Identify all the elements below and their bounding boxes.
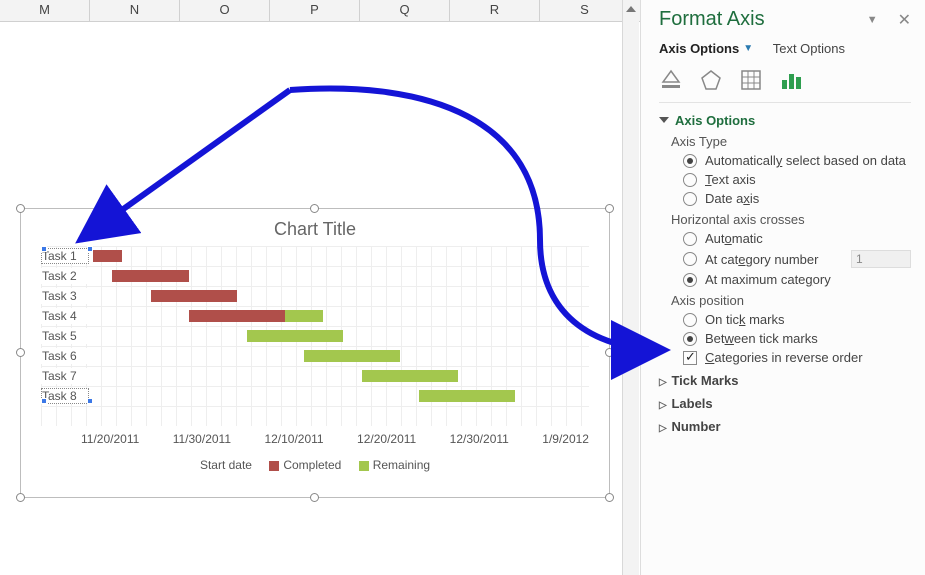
axis-selection-marker: [87, 398, 93, 404]
fill-line-icon[interactable]: [659, 68, 683, 92]
section-number[interactable]: Number: [659, 419, 911, 434]
x-tick: 12/10/2011: [264, 432, 323, 446]
label-axis-position: Axis position: [671, 293, 911, 308]
radio-label: On tick marks: [705, 312, 784, 327]
size-properties-icon[interactable]: [739, 68, 763, 92]
radio-label: Text axis: [705, 172, 756, 187]
chart-legend[interactable]: Start date Completed Remaining: [21, 458, 609, 472]
legend-remaining: Remaining: [373, 458, 430, 472]
radio-label: Between tick marks: [705, 331, 818, 346]
x-tick: 11/20/2011: [81, 432, 139, 446]
x-tick: 12/30/2011: [450, 432, 509, 446]
close-icon[interactable]: ✕: [898, 10, 911, 30]
bar-completed[interactable]: [151, 290, 237, 302]
radio-label: At category number: [705, 252, 818, 267]
radio-date-axis[interactable]: [683, 192, 697, 206]
scroll-up-icon[interactable]: [626, 6, 636, 12]
radio-crosses-at-category[interactable]: [683, 252, 697, 266]
col-header[interactable]: P: [270, 0, 360, 21]
chart-object[interactable]: Chart Title Task 1 Task 2 Task 3 Task 4 …: [20, 208, 610, 498]
x-axis-labels[interactable]: 11/20/2011 11/30/2011 12/10/2011 12/20/2…: [81, 432, 589, 446]
radio-crosses-auto[interactable]: [683, 232, 697, 246]
radio-crosses-at-max[interactable]: [683, 273, 697, 287]
radio-text-axis[interactable]: [683, 173, 697, 187]
bar-completed[interactable]: [189, 310, 285, 322]
label-axis-type: Axis Type: [671, 134, 911, 149]
pane-menu-icon[interactable]: ▼: [867, 14, 878, 26]
axis-options-icon[interactable]: [779, 68, 803, 92]
x-tick: 11/30/2011: [173, 432, 231, 446]
y-axis-label[interactable]: Task 5: [41, 328, 89, 344]
y-axis-label[interactable]: Task 2: [41, 268, 89, 284]
bar-completed[interactable]: [112, 270, 189, 282]
resize-handle[interactable]: [16, 348, 25, 357]
column-headers: M N O P Q R S: [0, 0, 640, 22]
legend-completed: Completed: [283, 458, 341, 472]
at-category-number-input[interactable]: [851, 250, 911, 268]
x-tick: 1/9/2012: [542, 432, 589, 446]
x-tick: 12/20/2011: [357, 432, 416, 446]
y-axis-label[interactable]: Task 8: [41, 388, 89, 404]
resize-handle[interactable]: [16, 204, 25, 213]
axis-selection-marker: [41, 398, 47, 404]
bar-completed[interactable]: [93, 250, 122, 262]
col-header[interactable]: M: [0, 0, 90, 21]
resize-handle[interactable]: [605, 204, 614, 213]
legend-start: Start date: [200, 458, 252, 472]
bar-remaining[interactable]: [285, 310, 323, 322]
tab-text-options[interactable]: Text Options: [773, 41, 845, 56]
col-header[interactable]: Q: [360, 0, 450, 21]
col-header[interactable]: S: [540, 0, 630, 21]
resize-handle[interactable]: [605, 493, 614, 502]
chart-title[interactable]: Chart Title: [21, 209, 609, 246]
format-axis-pane: Format Axis ▼ ✕ Axis Options▼ Text Optio…: [640, 0, 925, 575]
radio-label: Date axis: [705, 191, 759, 206]
legend-swatch-completed-icon: [269, 461, 279, 471]
col-header[interactable]: O: [180, 0, 270, 21]
tab-axis-options[interactable]: Axis Options▼: [659, 41, 753, 56]
radio-auto-type[interactable]: [683, 154, 697, 168]
pane-title: Format Axis: [659, 8, 765, 31]
section-tick-marks[interactable]: Tick Marks: [659, 373, 911, 388]
chart-plot-area[interactable]: Task 1 Task 2 Task 3 Task 4 Task 5 Task …: [41, 246, 589, 426]
radio-on-tick-marks[interactable]: [683, 313, 697, 327]
axis-selection-marker: [41, 246, 47, 252]
y-axis-label[interactable]: Task 4: [41, 308, 89, 324]
section-axis-options[interactable]: Axis Options: [659, 113, 911, 128]
radio-label: At maximum category: [705, 272, 831, 287]
y-axis-label[interactable]: Task 7: [41, 368, 89, 384]
resize-handle[interactable]: [310, 493, 319, 502]
chevron-down-icon: ▼: [743, 43, 753, 54]
checkbox-reverse-order[interactable]: [683, 351, 697, 365]
label-axis-crosses: Horizontal axis crosses: [671, 212, 911, 227]
section-labels[interactable]: Labels: [659, 396, 911, 411]
resize-handle[interactable]: [605, 348, 614, 357]
y-axis-label[interactable]: Task 3: [41, 288, 89, 304]
radio-label: Automatic: [705, 231, 763, 246]
radio-label: Automatically select based on data: [705, 153, 906, 168]
radio-between-tick-marks[interactable]: [683, 332, 697, 346]
y-axis-label[interactable]: Task 6: [41, 348, 89, 364]
col-header[interactable]: N: [90, 0, 180, 21]
bar-remaining[interactable]: [419, 390, 515, 402]
resize-handle[interactable]: [310, 204, 319, 213]
checkbox-label: Categories in reverse order: [705, 350, 863, 365]
bar-remaining[interactable]: [304, 350, 400, 362]
bar-remaining[interactable]: [362, 370, 458, 382]
resize-handle[interactable]: [16, 493, 25, 502]
legend-swatch-remaining-icon: [359, 461, 369, 471]
col-header[interactable]: R: [450, 0, 540, 21]
y-axis-label[interactable]: Task 1: [41, 248, 89, 264]
vertical-scrollbar[interactable]: [622, 0, 639, 575]
bar-remaining[interactable]: [247, 330, 343, 342]
effects-icon[interactable]: [699, 68, 723, 92]
